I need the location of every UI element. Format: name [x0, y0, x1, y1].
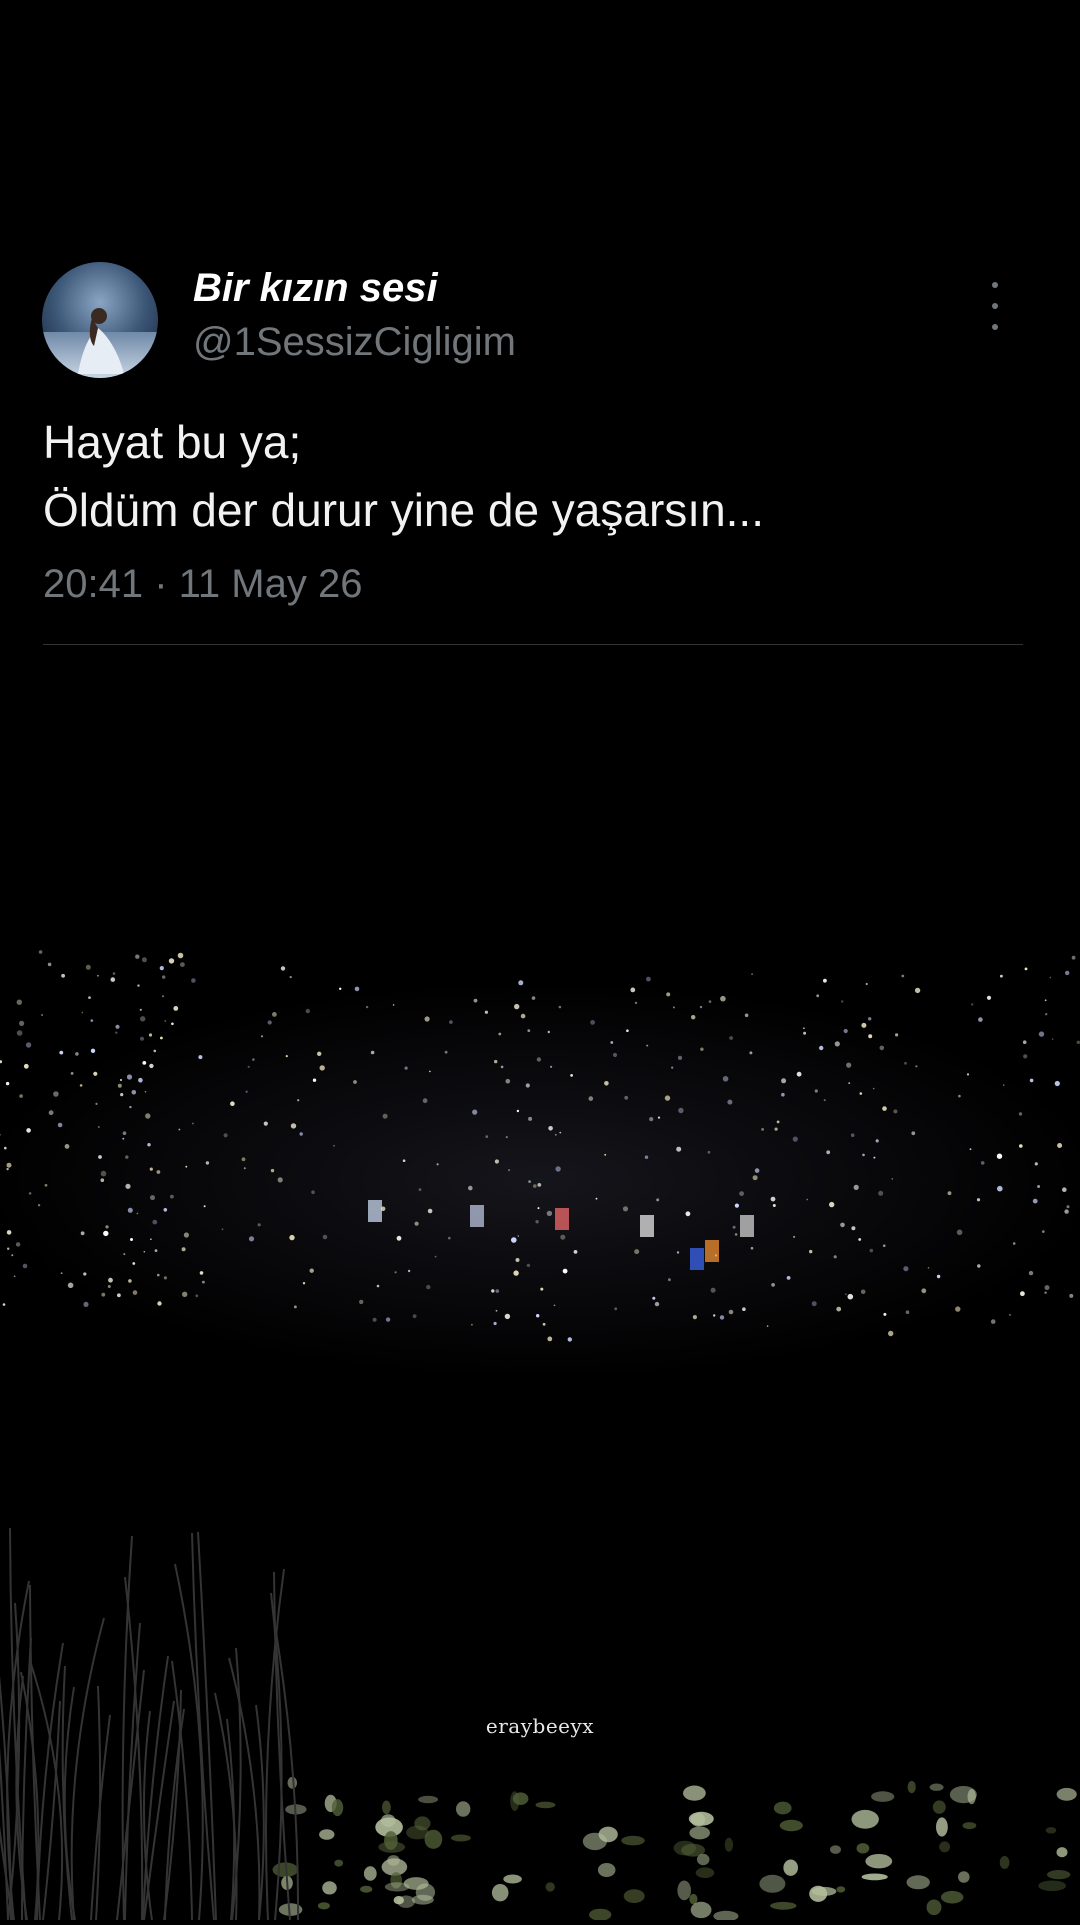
- tweet-text-line: Öldüm der durur yine de yaşarsın...: [43, 484, 764, 536]
- tweet-text: Hayat bu ya; Öldüm der durur yine de yaş…: [43, 408, 764, 544]
- tweet-text-line: Hayat bu ya;: [43, 416, 302, 468]
- more-options-icon[interactable]: [980, 282, 1010, 330]
- display-name[interactable]: Bir kızın sesi: [193, 266, 438, 311]
- tweet-timestamp[interactable]: 20:41 · 11 May 26: [43, 562, 362, 607]
- more-dot: [992, 282, 998, 288]
- more-dot: [992, 303, 998, 309]
- divider: [43, 644, 1023, 645]
- watermark: eraybeeyx: [485, 1714, 595, 1738]
- avatar-image: [42, 262, 158, 378]
- user-handle[interactable]: @1SessizCigligim: [193, 320, 516, 365]
- tweet-card: Bir kızın sesi @1SessizCigligim Hayat bu…: [0, 0, 1080, 660]
- night-city-photo: eraybeeyx: [0, 660, 1080, 1922]
- more-dot: [992, 324, 998, 330]
- avatar[interactable]: [42, 262, 158, 378]
